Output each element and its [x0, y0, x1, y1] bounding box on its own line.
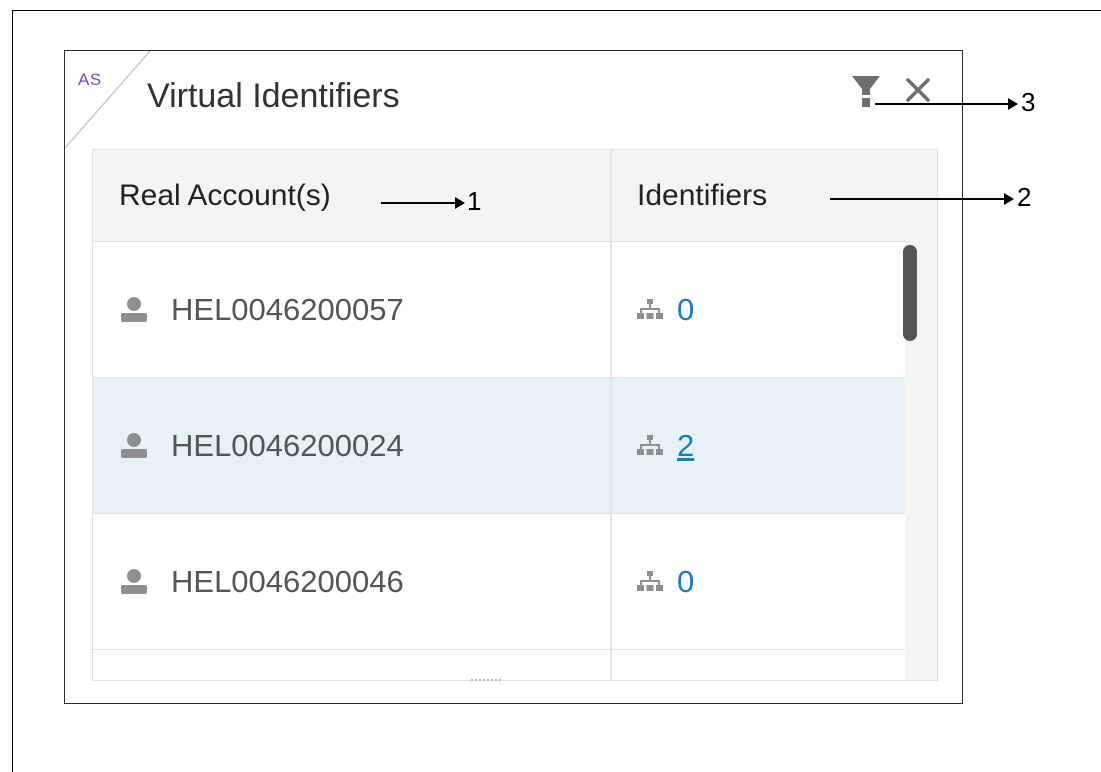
hierarchy-icon [637, 435, 663, 455]
corner-tag-label: AS [78, 70, 102, 89]
callout-number-3: 3 [1021, 87, 1036, 117]
account-cell: HEL0046200024 [119, 378, 404, 514]
callout-arrow-2 [830, 198, 1006, 200]
hierarchy-icon [637, 571, 663, 591]
scrollbar-track[interactable] [905, 150, 937, 680]
callout-arrow-1 [381, 202, 457, 204]
table-row[interactable]: HEL0046200057 0 [93, 242, 905, 378]
table-row[interactable]: HEL0046200024 2 [93, 378, 905, 514]
column-divider [610, 150, 612, 680]
account-cell: HEL0046200057 [119, 242, 404, 378]
header-identifiers[interactable]: Identifiers [637, 150, 767, 242]
callout-arrowhead-1 [455, 197, 465, 209]
table-header: Real Account(s) Identifiers [93, 150, 905, 242]
corner-tag: AS [65, 51, 151, 149]
close-icon[interactable] [901, 73, 935, 107]
user-icon [121, 297, 147, 322]
scrollbar-thumb[interactable] [903, 245, 917, 341]
user-icon [121, 569, 147, 594]
callout-arrow-3 [875, 103, 1010, 105]
identifiers-count: 0 [677, 292, 695, 327]
account-cell: HEL0046200046 [119, 514, 404, 650]
identifiers-count: 0 [677, 564, 695, 599]
identifiers-cell: 0 [637, 242, 694, 378]
accounts-table: Real Account(s) Identifiers HEL004620005… [92, 149, 938, 681]
account-number: HEL0046200046 [171, 564, 404, 599]
identifiers-cell: 0 [637, 514, 694, 650]
user-icon [121, 433, 147, 458]
virtual-identifiers-widget: AS Virtual Identifiers Real Account(s) I… [64, 50, 963, 704]
table-row[interactable]: HEL0046200046 0 [93, 514, 905, 650]
widget-title: Virtual Identifiers [147, 77, 400, 115]
hierarchy-icon [637, 299, 663, 319]
callout-arrowhead-3 [1008, 98, 1018, 110]
account-number: HEL0046200057 [171, 292, 404, 327]
identifiers-link[interactable]: 2 [677, 428, 694, 464]
resize-grip[interactable] [471, 679, 501, 685]
header-real-accounts[interactable]: Real Account(s) [119, 150, 331, 242]
callout-number-2: 2 [1017, 182, 1032, 212]
callout-arrowhead-2 [1004, 193, 1014, 205]
account-number: HEL0046200024 [171, 428, 404, 463]
callout-number-1: 1 [467, 186, 482, 216]
identifiers-cell: 2 [637, 378, 694, 514]
